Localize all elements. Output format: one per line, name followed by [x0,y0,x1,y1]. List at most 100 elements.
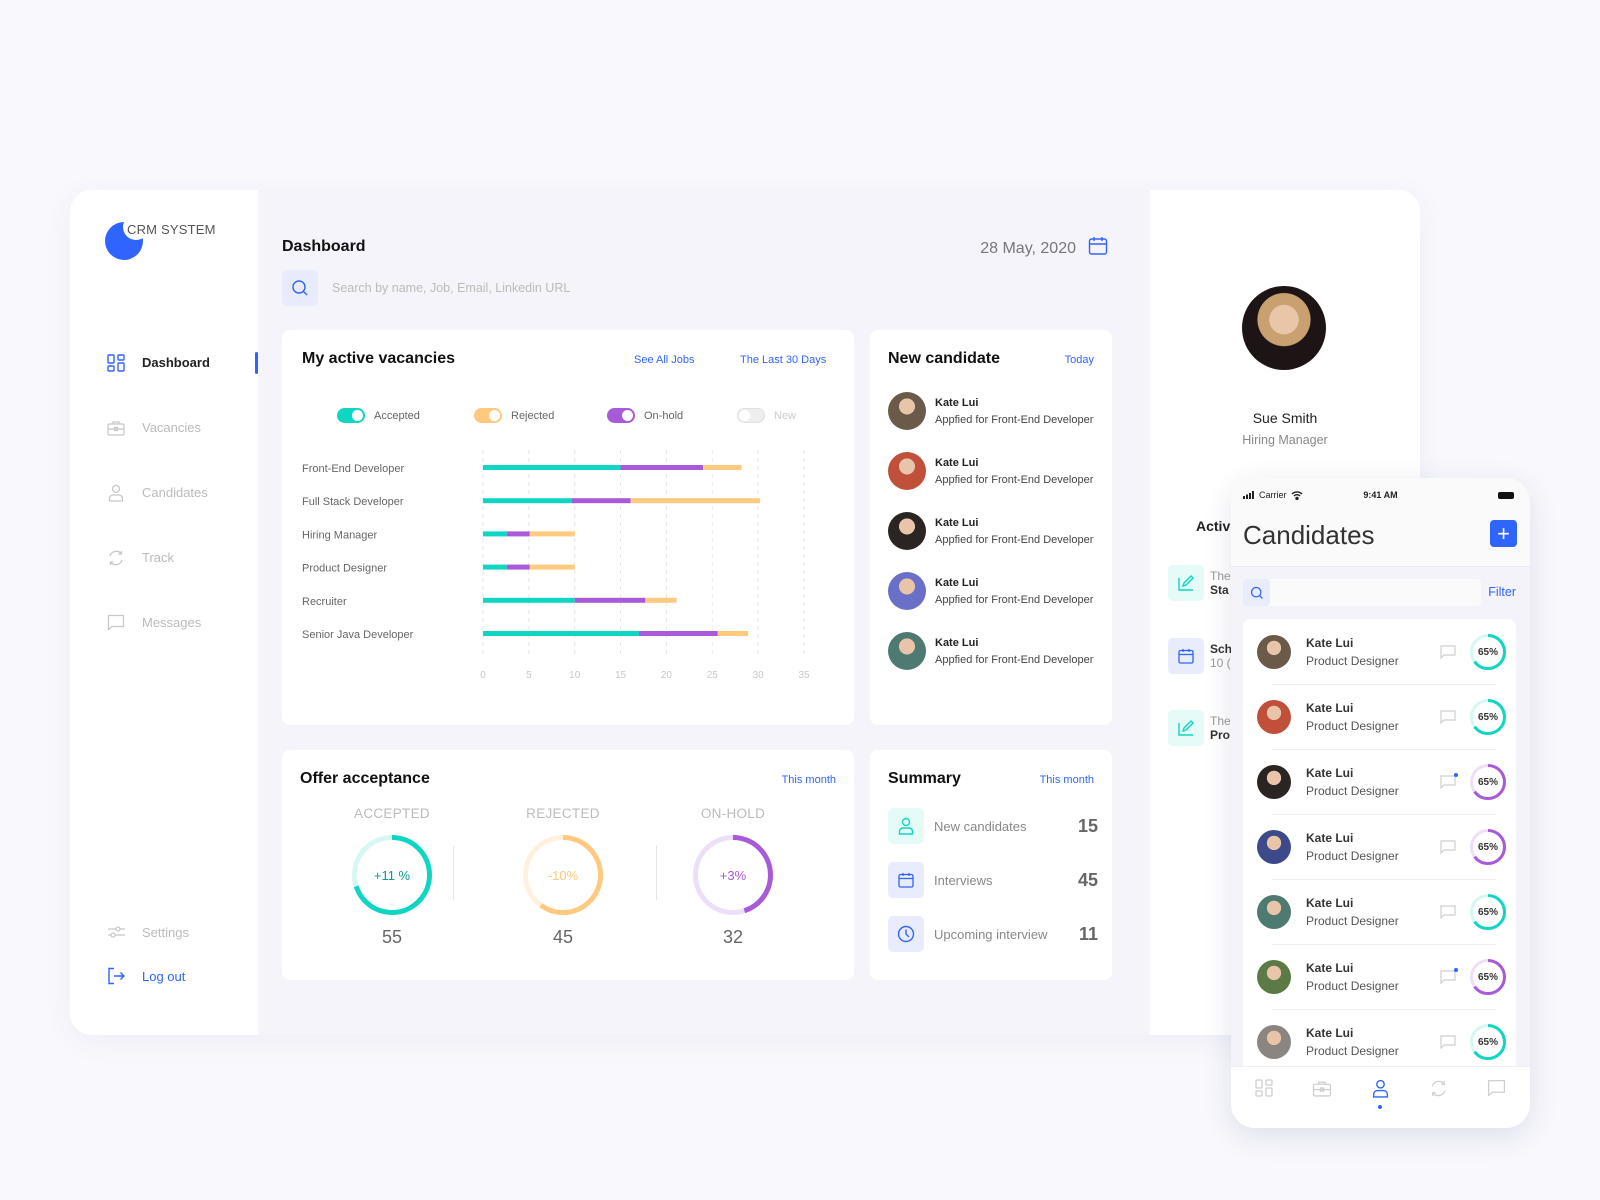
sidebar-item-candidates[interactable]: Candidates [106,460,258,525]
candidate-row[interactable]: Kate Lui Product Designer 65% [1243,944,1516,1010]
logout-button[interactable]: Log out [106,954,258,998]
user-icon [106,483,126,503]
toggle-accepted[interactable] [337,408,365,423]
candidate-row[interactable]: Kate Lui Product Designer 65% [1243,814,1516,880]
bar-segment-rejected[interactable] [717,631,749,636]
toggle-on-hold[interactable] [607,408,635,423]
see-all-jobs-link[interactable]: See All Jobs [634,354,695,366]
bar-segment-on-hold[interactable] [571,498,631,504]
score-value: 65% [1477,906,1498,918]
date-picker[interactable]: 28 May, 2020 [980,236,1108,261]
x-tick-label: 15 [615,670,627,681]
candidate-item[interactable]: Kate Lui Appfied for Front-End Developer [888,512,1093,550]
candidate-role: Product Designer [1306,849,1399,863]
bar-segment-on-hold[interactable] [506,531,530,537]
legend-rejected[interactable]: Rejected [474,408,554,423]
message-icon[interactable] [1440,968,1458,985]
candidate-item[interactable]: Kate Lui Appfied for Front-End Developer [888,632,1093,670]
avatar [1257,765,1291,799]
bar-segment-on-hold[interactable] [506,564,530,570]
candidate-row[interactable]: Kate Lui Product Designer 65% [1243,684,1516,750]
dashboard-icon [106,353,126,373]
bar-segment-rejected[interactable] [703,465,742,470]
activity-item[interactable]: The Sta [1168,565,1231,601]
summary-value: 11 [1078,923,1098,944]
bar-segment-accepted[interactable] [483,597,575,603]
filter-button[interactable]: Filter [1488,585,1516,599]
mobile-tab-refresh[interactable] [1427,1079,1451,1103]
settings-label: Settings [142,924,189,940]
sidebar-item-vacancies[interactable]: Vacancies [106,395,258,460]
this-month-link[interactable]: This month [782,774,836,786]
activity-item[interactable]: The Pro [1168,710,1231,746]
candidate-role: Product Designer [1306,654,1399,668]
bar-segment-rejected[interactable] [645,597,677,603]
candidate-role: Product Designer [1306,1044,1399,1058]
candidate-name: Kate Lui [935,576,979,589]
mobile-tab-dashboard[interactable] [1252,1079,1276,1103]
message-icon[interactable] [1440,905,1456,920]
search-icon[interactable] [1243,579,1270,606]
bar-segment-accepted[interactable] [483,564,507,570]
candidate-item[interactable]: Kate Lui Appfied for Front-End Developer [888,572,1093,610]
card-title: New candidate [888,350,1001,367]
search-input[interactable] [332,281,832,295]
candidate-role: Product Designer [1306,719,1399,733]
profile-avatar[interactable] [1242,286,1326,370]
summary-card: Summary This month New candidates 15 Int… [870,750,1112,980]
bar-segment-accepted[interactable] [483,498,572,504]
bar-segment-rejected[interactable] [529,564,575,570]
avatar [888,452,926,490]
bar-segment-rejected[interactable] [630,498,760,504]
sidebar-item-dashboard[interactable]: Dashboard [106,330,258,395]
candidate-row[interactable]: Kate Lui Product Designer 65% [1243,879,1516,945]
calendar-icon[interactable] [1088,236,1108,261]
avatar [888,632,926,670]
avatar [1257,700,1291,734]
candidate-name: Kate Lui [1306,896,1354,910]
legend-new[interactable]: New [737,408,796,423]
sidebar-item-label: Candidates [142,485,208,500]
message-icon[interactable] [1440,840,1456,855]
bar-segment-rejected[interactable] [529,531,575,537]
this-month-link[interactable]: This month [1040,774,1094,786]
bar-segment-on-hold[interactable] [620,465,704,470]
search-button[interactable] [282,270,318,306]
bar-segment-accepted[interactable] [483,465,621,470]
candidate-item[interactable]: Kate Lui Appfied for Front-End Developer [888,392,1093,430]
toggle-new[interactable] [737,408,765,423]
stat-change: +3% [719,867,747,883]
sidebar-item-track[interactable]: Track [106,525,258,590]
candidate-item[interactable]: Kate Lui Appfied for Front-End Developer [888,452,1093,490]
candidate-row[interactable]: Kate Lui Product Designer 65% [1243,619,1516,685]
bar-segment-accepted[interactable] [483,531,507,537]
chat-icon [106,613,126,633]
sidebar-item-messages[interactable]: Messages [106,590,258,655]
mobile-tab-user[interactable] [1368,1079,1392,1109]
mobile-search-input[interactable] [1278,585,1468,600]
message-icon[interactable] [1440,645,1456,660]
legend-accepted[interactable]: Accepted [337,408,420,423]
activity-item[interactable]: Sch 10 ( [1168,638,1232,674]
mobile-tab-chat[interactable] [1485,1079,1509,1103]
legend-on-hold[interactable]: On-hold [607,408,683,423]
mobile-app-preview: Carrier 9:41 AM Candidates + Filter Kate… [1231,478,1530,1128]
mobile-tab-briefcase[interactable] [1310,1079,1334,1103]
logout-label: Log out [142,968,186,984]
message-icon[interactable] [1440,710,1456,725]
dashboard-icon [1255,1079,1273,1102]
bar-segment-accepted[interactable] [483,631,639,636]
settings-button[interactable]: Settings [106,910,258,954]
card-title: My active vacancies [302,350,455,367]
message-icon[interactable] [1440,1035,1456,1050]
add-candidate-button[interactable]: + [1490,520,1517,547]
bar-segment-on-hold[interactable] [574,597,646,603]
bar-segment-on-hold[interactable] [638,631,718,636]
toggle-rejected[interactable] [474,408,502,423]
message-icon[interactable] [1440,773,1458,790]
date-text: 28 May, 2020 [980,239,1076,257]
period-filter-link[interactable]: The Last 30 Days [740,354,826,366]
today-link[interactable]: Today [1065,354,1094,366]
crm-window: CRM SYSTEM Dashboard Vacancies Candidate… [70,190,1420,1035]
candidate-row[interactable]: Kate Lui Product Designer 65% [1243,749,1516,815]
